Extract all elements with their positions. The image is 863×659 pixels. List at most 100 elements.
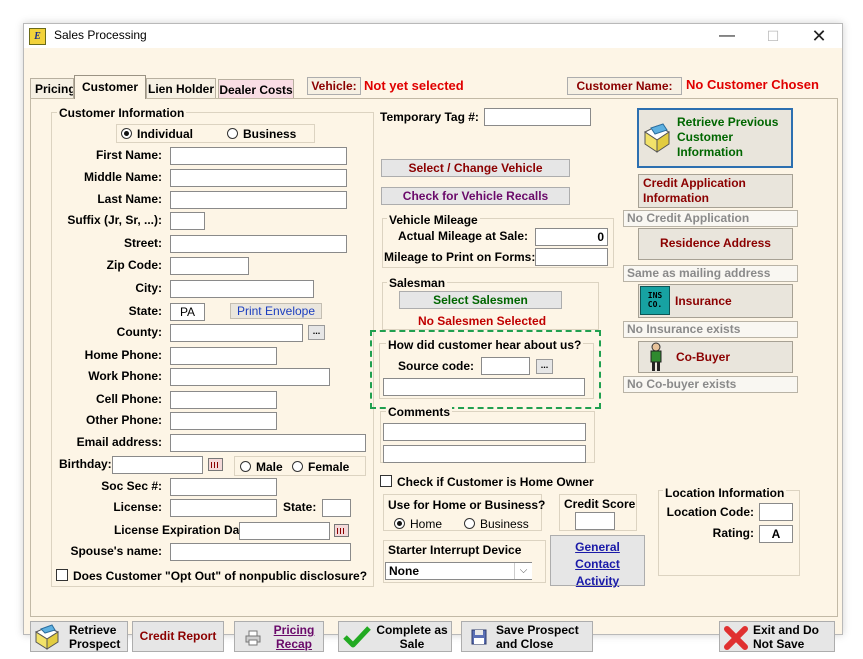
female-radio[interactable]: [292, 461, 303, 472]
retrieve-prospect-button[interactable]: Retrieve Prospect: [30, 621, 128, 652]
county-lookup-button[interactable]: ...: [308, 325, 325, 340]
rating-label: Rating:: [712, 526, 754, 540]
zip-code-label: Zip Code:: [106, 258, 162, 272]
hear-about-us-title: How did customer hear about us?: [386, 338, 584, 352]
maximize-icon[interactable]: ☐: [750, 24, 796, 48]
city-input[interactable]: [170, 280, 314, 298]
retrieve-folder-icon: [644, 123, 670, 153]
check-vehicle-recalls-button[interactable]: Check for Vehicle Recalls: [381, 187, 570, 205]
vehicle-mileage-title: Vehicle Mileage: [387, 213, 480, 227]
co-buyer-label: Co-Buyer: [676, 350, 731, 364]
state-input[interactable]: PA: [170, 303, 205, 321]
last-name-input[interactable]: [170, 191, 347, 209]
zip-code-input[interactable]: [170, 257, 249, 275]
chevron-down-icon[interactable]: ⌵: [514, 563, 532, 579]
county-input[interactable]: [170, 324, 303, 342]
other-phone-input[interactable]: [170, 412, 277, 430]
save-disk-icon: [471, 629, 487, 645]
tab-customer[interactable]: Customer: [74, 75, 146, 99]
license-input[interactable]: [170, 499, 277, 517]
spouse-name-input[interactable]: [170, 543, 351, 561]
retrieve-previous-customer-label: Retrieve Previous Customer Information: [677, 115, 779, 159]
comments-line-1-input[interactable]: [383, 423, 586, 441]
middle-name-label: Middle Name:: [83, 170, 162, 184]
rating-input[interactable]: A: [759, 525, 793, 543]
close-icon[interactable]: ✕: [796, 24, 842, 48]
select-salesmen-button[interactable]: Select Salesmen: [399, 291, 562, 309]
business-label: Business: [243, 127, 297, 141]
email-input[interactable]: [170, 434, 366, 452]
work-phone-label: Work Phone:: [88, 369, 162, 383]
male-radio[interactable]: [240, 461, 251, 472]
credit-application-label: Credit Application Information: [643, 176, 746, 205]
print-envelope-button[interactable]: Print Envelope: [230, 303, 322, 319]
source-code-input[interactable]: [481, 357, 530, 375]
customer-information-title: Customer Information: [57, 106, 187, 120]
printer-icon: [245, 630, 261, 646]
window-content: Pricing Customer Lien Holder Dealer Cost…: [24, 48, 842, 652]
customer-name-status: No Customer Chosen: [686, 77, 819, 92]
tab-pricing[interactable]: Pricing: [30, 78, 74, 98]
home-owner-checkbox[interactable]: [380, 475, 392, 487]
use-home-label: Home: [410, 517, 443, 531]
individual-radio[interactable]: [121, 128, 132, 139]
comments-line-2-input[interactable]: [383, 445, 586, 463]
source-code-label: Source code:: [398, 359, 475, 373]
license-expiration-input[interactable]: [239, 522, 330, 540]
pricing-recap-button[interactable]: Pricing Recap: [234, 621, 324, 652]
mileage-print-label: Mileage to Print on Forms:: [384, 250, 536, 264]
tab-dealer-costs[interactable]: Dealer Costs: [218, 79, 294, 99]
insurance-icon: INS CO.: [640, 286, 670, 315]
soc-sec-input[interactable]: [170, 478, 277, 496]
license-expiration-label: License Expiration Date:: [113, 523, 254, 537]
cell-phone-label: Cell Phone:: [95, 392, 162, 406]
use-business-radio[interactable]: [464, 518, 475, 529]
license-expiration-calendar-icon[interactable]: [334, 524, 349, 537]
insurance-label: Insurance: [675, 294, 732, 308]
middle-name-input[interactable]: [170, 169, 347, 187]
red-x-icon: [724, 626, 748, 650]
window-title: Sales Processing: [54, 28, 147, 42]
starter-interrupt-select[interactable]: None: [385, 562, 532, 580]
source-code-lookup-button[interactable]: ...: [536, 359, 553, 374]
credit-application-status: No Credit Application: [623, 210, 798, 227]
business-radio[interactable]: [227, 128, 238, 139]
license-state-input[interactable]: [322, 499, 351, 517]
temporary-tag-input[interactable]: [484, 108, 591, 126]
complete-as-sale-button[interactable]: Complete as Sale: [338, 621, 452, 652]
credit-score-input[interactable]: [575, 512, 615, 530]
birthday-calendar-icon[interactable]: [208, 458, 223, 471]
female-label: Female: [308, 460, 350, 474]
home-phone-input[interactable]: [170, 347, 277, 365]
state-label: State:: [128, 304, 162, 318]
exit-no-save-button[interactable]: Exit and Do Not Save: [719, 621, 835, 652]
credit-report-button[interactable]: Credit Report: [132, 621, 224, 652]
save-prospect-label: Save Prospect and Close: [496, 623, 579, 651]
credit-score-label: Credit Score: [564, 497, 636, 511]
use-home-radio[interactable]: [394, 518, 405, 529]
home-phone-label: Home Phone:: [84, 348, 162, 362]
general-contact-activity-button[interactable]: General Contact Activity: [550, 535, 645, 588]
birthday-input[interactable]: [112, 456, 203, 474]
first-name-input[interactable]: [170, 147, 347, 165]
opt-out-checkbox[interactable]: [56, 569, 68, 581]
work-phone-input[interactable]: [170, 368, 330, 386]
starter-interrupt-title: Starter Interrupt Device: [388, 543, 522, 557]
select-change-vehicle-button[interactable]: Select / Change Vehicle: [381, 159, 570, 177]
license-state-label: State:: [283, 500, 317, 514]
minimize-icon[interactable]: —: [704, 24, 750, 48]
tab-lien-holder[interactable]: Lien Holder: [146, 78, 216, 98]
pricing-recap-label: Pricing Recap: [273, 623, 315, 651]
suffix-input[interactable]: [170, 212, 205, 230]
source-description-input[interactable]: [383, 378, 585, 396]
save-prospect-button[interactable]: Save Prospect and Close: [461, 621, 593, 652]
exit-no-save-label: Exit and Do Not Save: [753, 623, 820, 651]
app-logo-icon: E: [29, 28, 46, 45]
cell-phone-input[interactable]: [170, 391, 277, 409]
spouse-name-label: Spouse's name:: [70, 544, 162, 558]
street-input[interactable]: [170, 235, 347, 253]
location-code-input[interactable]: [759, 503, 793, 521]
actual-mileage-input[interactable]: 0: [535, 228, 608, 246]
last-name-label: Last Name:: [97, 192, 162, 206]
mileage-print-input[interactable]: [535, 248, 608, 266]
